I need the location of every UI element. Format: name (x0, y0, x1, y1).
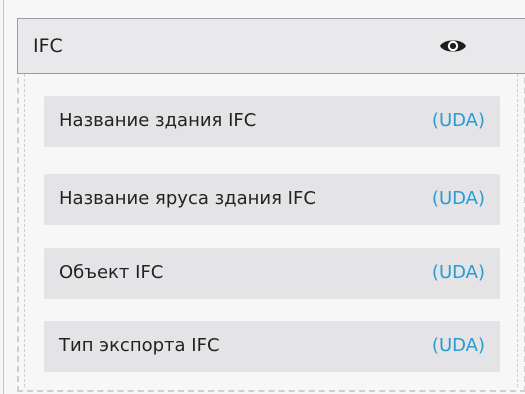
item-label: Название яруса здания IFC (59, 188, 316, 209)
group-body: Название здания IFC (UDA) Название яруса… (24, 74, 518, 387)
list-item-building-name[interactable]: Название здания IFC (UDA) (44, 96, 500, 147)
ifc-group-header[interactable]: IFC (17, 18, 525, 74)
ifc-properties-panel: IFC Название здания IFC (UDA) Название я… (17, 0, 525, 394)
panel-left-divider (3, 0, 4, 394)
uda-tag: (UDA) (431, 262, 485, 283)
item-label: Название здания IFC (59, 110, 257, 131)
item-label: Тип экспорта IFC (59, 335, 220, 356)
uda-tag: (UDA) (431, 335, 485, 356)
list-item-storey-name[interactable]: Название яруса здания IFC (UDA) (44, 174, 500, 225)
list-item-ifc-object[interactable]: Объект IFC (UDA) (44, 248, 500, 299)
item-label: Объект IFC (59, 262, 164, 283)
eye-icon[interactable] (439, 36, 467, 56)
uda-tag: (UDA) (431, 188, 485, 209)
uda-tag: (UDA) (431, 110, 485, 131)
list-item-export-type[interactable]: Тип экспорта IFC (UDA) (44, 321, 500, 372)
group-title: IFC (33, 35, 63, 57)
